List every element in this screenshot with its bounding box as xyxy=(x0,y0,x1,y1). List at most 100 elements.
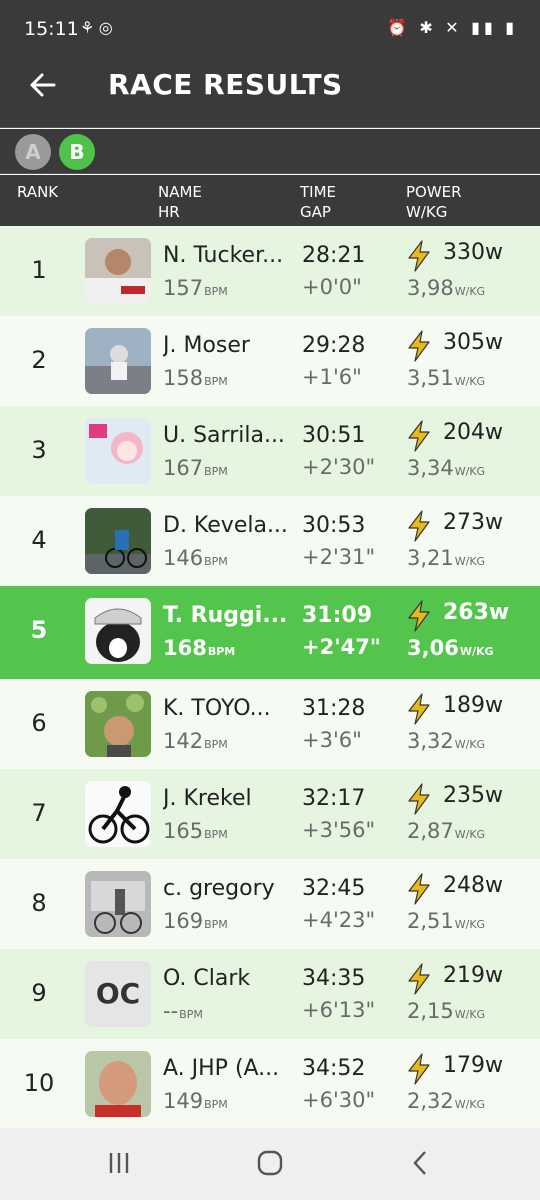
time-gap: +6'13" xyxy=(302,998,376,1022)
recents-icon[interactable] xyxy=(104,1148,134,1178)
power-header: POWER xyxy=(406,183,462,201)
avatar xyxy=(85,871,151,937)
avatar xyxy=(85,691,151,757)
lightning-icon xyxy=(408,783,430,815)
category-b-button[interactable]: B xyxy=(59,134,95,170)
power: 219w xyxy=(443,963,503,988)
rank: 1 xyxy=(31,256,47,284)
watts-per-kg: 3,98W/KG xyxy=(407,276,486,300)
time-gap: +1'6" xyxy=(302,365,362,389)
result-row[interactable]: 7 J. Krekel 165BPM 32:17 +3'56" 235w 2,8… xyxy=(0,769,540,859)
watts-per-kg: 3,51W/KG xyxy=(407,366,486,390)
time-gap: +2'31" xyxy=(302,545,376,569)
result-row[interactable]: 8 c. gregory 169BPM 32:45 +4'23" 248w 2,… xyxy=(0,859,540,949)
race-time: 30:53 xyxy=(302,513,366,538)
result-row[interactable]: 2 J. Moser 158BPM 29:28 +1'6" 305w 3,51W… xyxy=(0,316,540,406)
power: 330w xyxy=(443,240,503,265)
name-header: NAME xyxy=(158,183,202,201)
rank-header: RANK xyxy=(17,183,59,201)
race-time: 28:21 xyxy=(302,243,366,268)
heart-rate: 165BPM xyxy=(163,819,228,843)
lightning-icon xyxy=(408,873,430,905)
time-gap: +2'30" xyxy=(302,455,376,479)
lightning-icon xyxy=(408,963,430,995)
rider-name: A. JHP (A... xyxy=(163,1056,280,1081)
result-row[interactable]: 6 K. TOYO... 142BPM 31:28 +3'6" 189w 3,3… xyxy=(0,679,540,769)
rank: 4 xyxy=(31,526,47,554)
race-time: 31:09 xyxy=(302,603,373,628)
heart-rate: 149BPM xyxy=(163,1089,228,1113)
rider-name: J. Moser xyxy=(163,333,250,358)
time-gap: +3'6" xyxy=(302,728,362,752)
back-arrow-icon[interactable] xyxy=(26,68,60,102)
rank: 2 xyxy=(31,346,47,374)
rider-name: O. Clark xyxy=(163,966,251,991)
time-gap: +3'56" xyxy=(302,818,376,842)
avatar xyxy=(85,508,151,574)
rank: 3 xyxy=(31,436,47,464)
rider-name: c. gregory xyxy=(163,876,275,901)
category-bar: A B xyxy=(0,129,540,174)
power: 248w xyxy=(443,873,503,898)
watts-per-kg: 2,15W/KG xyxy=(407,999,486,1023)
wkg-header: W/KG xyxy=(406,203,448,221)
lightning-icon xyxy=(408,1053,430,1085)
watts-per-kg: 3,21W/KG xyxy=(407,546,486,570)
rider-name: T. Ruggi... xyxy=(163,603,288,628)
rank: 10 xyxy=(23,1069,55,1097)
watts-per-kg: 2,87W/KG xyxy=(407,819,486,843)
hr-header: HR xyxy=(158,203,180,221)
power: 263w xyxy=(443,600,510,625)
results-list: 1 N. Tucker... 157BPM 28:21 +0'0" 330w 3… xyxy=(0,226,540,1129)
time-gap: +4'23" xyxy=(302,908,376,932)
heart-rate: 142BPM xyxy=(163,729,228,753)
heart-rate: 158BPM xyxy=(163,366,228,390)
watts-per-kg: 3,34W/KG xyxy=(407,456,486,480)
heart-rate: --BPM xyxy=(163,999,203,1023)
watts-per-kg: 2,32W/KG xyxy=(407,1089,486,1113)
heart-rate: 146BPM xyxy=(163,546,228,570)
avatar xyxy=(85,598,151,664)
race-time: 30:51 xyxy=(302,423,366,448)
power: 204w xyxy=(443,420,503,445)
race-time: 29:28 xyxy=(302,333,366,358)
power: 273w xyxy=(443,510,503,535)
result-row[interactable]: 9 OC O. Clark --BPM 34:35 +6'13" 219w 2,… xyxy=(0,949,540,1039)
heart-rate: 167BPM xyxy=(163,456,228,480)
avatar xyxy=(85,1051,151,1117)
power: 235w xyxy=(443,783,503,808)
home-icon[interactable] xyxy=(255,1148,285,1178)
lightning-icon xyxy=(408,693,430,725)
result-row-current-user[interactable]: 5 T. Ruggi... 168BPM 31:09 +2'47" 263w 3… xyxy=(0,586,540,679)
result-row[interactable]: 10 A. JHP (A... 149BPM 34:52 +6'30" 179w… xyxy=(0,1039,540,1129)
heart-rate: 157BPM xyxy=(163,276,228,300)
avatar xyxy=(85,328,151,394)
watts-per-kg: 3,32W/KG xyxy=(407,729,486,753)
app-bar: RACE RESULTS xyxy=(0,46,540,128)
notification-icons: ⚘ ◎ xyxy=(80,20,113,37)
back-icon[interactable] xyxy=(406,1148,436,1178)
rank: 7 xyxy=(31,799,47,827)
rider-name: N. Tucker... xyxy=(163,243,284,268)
time-gap: +2'47" xyxy=(302,635,381,659)
system-nav-bar xyxy=(0,1128,540,1200)
result-row[interactable]: 1 N. Tucker... 157BPM 28:21 +0'0" 330w 3… xyxy=(0,226,540,316)
race-time: 32:17 xyxy=(302,786,366,811)
time-header: TIME xyxy=(300,183,337,201)
heart-rate: 169BPM xyxy=(163,909,228,933)
race-time: 34:52 xyxy=(302,1056,366,1081)
power: 189w xyxy=(443,693,503,718)
result-row[interactable]: 3 U. Sarrila... 167BPM 30:51 +2'30" 204w… xyxy=(0,406,540,496)
category-a-button[interactable]: A xyxy=(15,134,51,170)
avatar xyxy=(85,781,151,847)
lightning-icon xyxy=(408,600,430,632)
power: 179w xyxy=(443,1053,503,1078)
status-bar: 15:11 ⚘ ◎ ⏰ ✱ ✕ ▮▮ ▮ xyxy=(0,0,540,46)
rank: 9 xyxy=(31,979,47,1007)
rank: 8 xyxy=(31,889,47,917)
rider-name: U. Sarrila... xyxy=(163,423,285,448)
result-row[interactable]: 4 D. Kevela... 146BPM 30:53 +2'31" 273w … xyxy=(0,496,540,586)
status-time: 15:11 xyxy=(24,18,79,40)
power: 305w xyxy=(443,330,503,355)
rider-name: D. Kevela... xyxy=(163,513,288,538)
